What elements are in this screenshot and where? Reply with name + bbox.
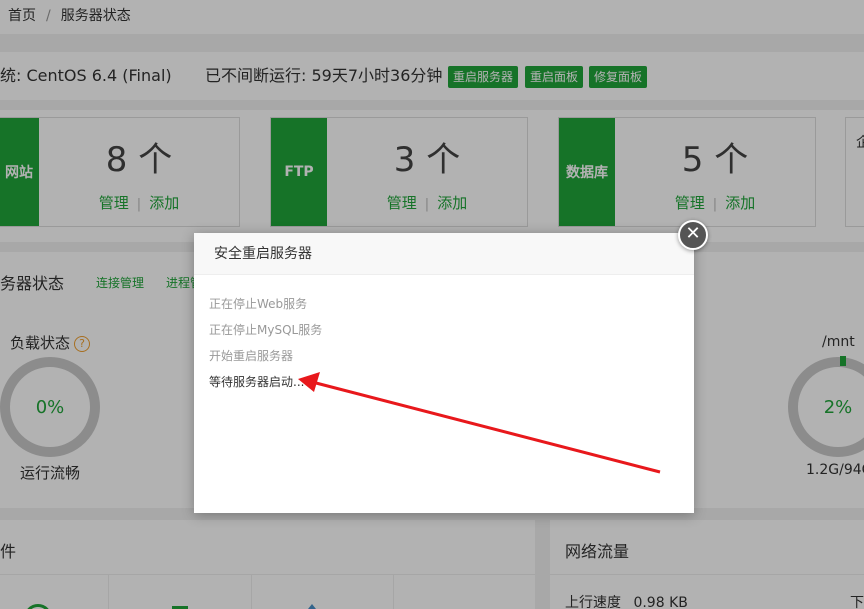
modal-title: 安全重启服务器 <box>194 233 694 275</box>
modal-body: 正在停止Web服务 正在停止MySQL服务 开始重启服务器 等待服务器启动... <box>194 275 694 411</box>
step-start-restart: 开始重启服务器 <box>209 349 294 363</box>
restart-modal: 安全重启服务器 正在停止Web服务 正在停止MySQL服务 开始重启服务器 等待… <box>194 233 694 513</box>
step-stop-web: 正在停止Web服务 <box>209 297 308 311</box>
close-icon[interactable]: ✕ <box>678 220 708 250</box>
page: 首页 / 服务器状态 统: CentOS 6.4 (Final) 已不间断运行: 5… <box>0 0 864 609</box>
step-stop-mysql: 正在停止MySQL服务 <box>209 323 323 337</box>
step-waiting: 等待服务器启动... <box>209 375 305 389</box>
